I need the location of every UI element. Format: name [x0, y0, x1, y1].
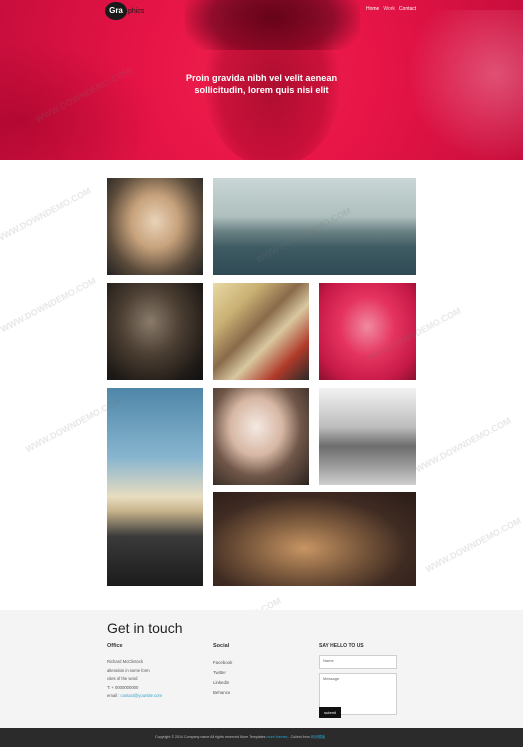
watermark: WWW.DOWNDEMO.COM: [413, 415, 513, 475]
social-link-linkedin[interactable]: Linkedin: [213, 678, 232, 688]
footer-copyright: Copyright © 2014 Company name All rights…: [155, 735, 325, 740]
hero-title-line-1: Proin gravida nibh vel velit aenean: [185, 73, 338, 83]
hero-title: Proin gravida nibh vel velit aenean soll…: [150, 72, 373, 96]
footer: Copyright © 2014 Company name All rights…: [0, 728, 523, 747]
watermark: WWW.DOWNDEMO.COM: [423, 515, 523, 575]
social-link-twitter[interactable]: Twitter: [213, 668, 232, 678]
social-title: Social: [213, 643, 230, 649]
footer-text-mid: - Collect from: [287, 735, 311, 739]
office-email-label: email :: [107, 693, 120, 698]
watermark: WWW.DOWNDEMO.COM: [0, 275, 98, 335]
social-link-behance[interactable]: Behance: [213, 688, 232, 698]
contact-title: Get in touch: [107, 620, 183, 636]
footer-link-more-themes[interactable]: more themes: [266, 735, 287, 739]
office-line: cites of the word: [107, 676, 138, 681]
nav-work[interactable]: Work: [383, 6, 395, 12]
nav-home[interactable]: Home: [366, 6, 379, 12]
logo-text: phics: [128, 7, 145, 15]
gallery-tile-vintage-car[interactable]: [107, 388, 203, 586]
hero-banner: Gra phics Home Work Contact Proin gravid…: [0, 0, 523, 160]
watermark: WWW.DOWNDEMO.COM: [0, 185, 93, 245]
gallery-tile-red-portrait[interactable]: [319, 283, 416, 380]
gallery-tile-misty-landscape[interactable]: [213, 178, 416, 275]
logo-mark: Gra: [105, 2, 127, 20]
main-nav: Home Work Contact: [366, 6, 416, 12]
office-line: Richard McClintock: [107, 659, 144, 664]
submit-button[interactable]: submit: [319, 707, 341, 718]
office-line: T: + 0000000000: [107, 684, 139, 690]
gallery-tile-street-with-dog[interactable]: [319, 388, 416, 485]
office-title: Office: [107, 643, 123, 649]
office-email-row: email : contact@yoursite.com: [107, 692, 162, 701]
office-email-link[interactable]: contact@yoursite.com: [121, 693, 163, 698]
footer-text: Copyright © 2014 Company name All rights…: [155, 735, 267, 739]
contact-section: Get in touch Office Richard McClintock a…: [0, 610, 523, 728]
gallery-tile-colorful-cards[interactable]: [213, 283, 309, 380]
office-address: Richard McClintock alteration in some fo…: [107, 658, 162, 701]
gallery-tile-woman-with-books[interactable]: [213, 388, 309, 485]
hero-highlight: [400, 10, 523, 160]
office-line: alteration in some form: [107, 667, 150, 673]
hero-title-line-2: sollicitudin, lorem quis nisi elit: [194, 85, 329, 95]
nav-contact[interactable]: Contact: [399, 6, 416, 12]
name-field[interactable]: Name: [319, 655, 397, 669]
social-links: Facebook Twitter Linkedin Behance: [213, 658, 232, 698]
social-link-facebook[interactable]: Facebook: [213, 658, 232, 668]
gallery-tile-man-in-dark[interactable]: [107, 283, 203, 380]
gallery-tile-cat[interactable]: [213, 492, 416, 586]
hero-texture: [0, 40, 160, 160]
form-title: SAY HELLO TO US: [319, 643, 364, 649]
gallery-tile-woman-flower-crown[interactable]: [107, 178, 203, 275]
footer-link-collect[interactable]: 网页模板: [311, 735, 325, 739]
site-logo[interactable]: Gra phics: [105, 2, 145, 20]
